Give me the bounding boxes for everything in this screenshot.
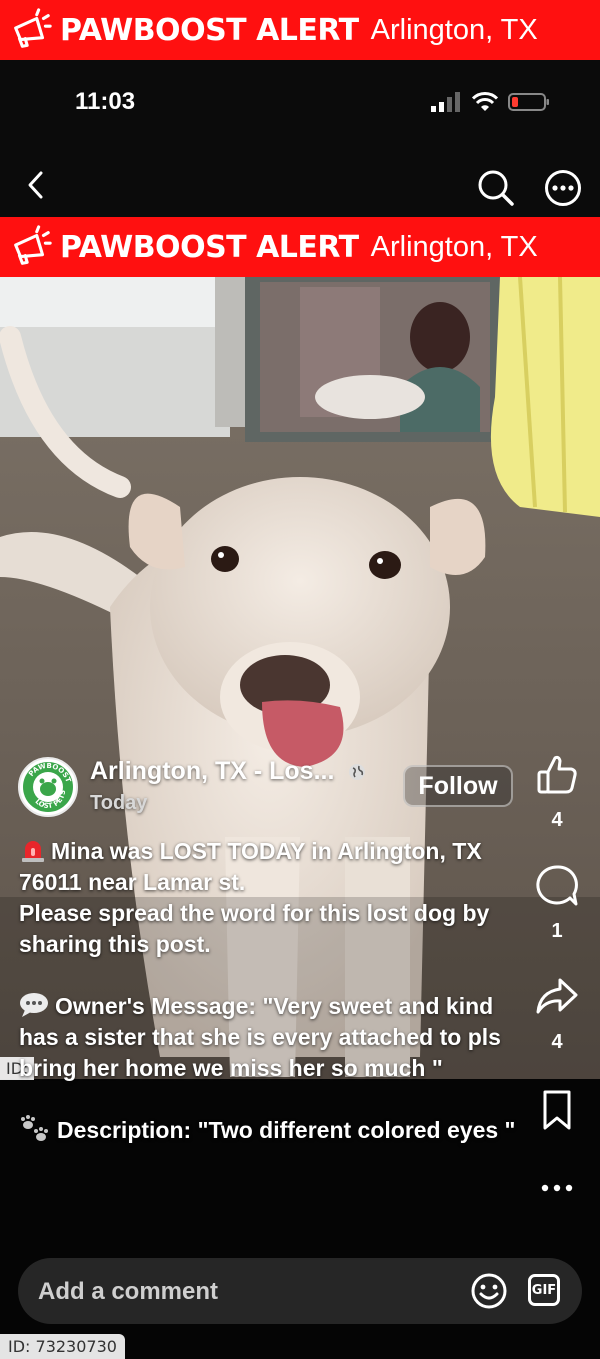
megaphone-icon [14, 8, 52, 48]
save-action[interactable] [530, 1088, 584, 1137]
status-bar: 11:03 [0, 60, 600, 150]
comment-input[interactable]: Add a comment GIF [18, 1258, 582, 1324]
comment-action[interactable]: 1 [530, 863, 584, 943]
thumbs-up-icon[interactable] [534, 752, 580, 798]
gif-label: GIF [531, 1282, 557, 1298]
paw-prints-icon [21, 1115, 48, 1141]
alert-city: Arlington, TX [370, 13, 538, 46]
status-time: 11:03 [75, 88, 136, 115]
speech-bubble-icon [20, 993, 48, 1017]
alert-banner-inner: PAWBOOST ALERT Arlington, TX [0, 217, 600, 277]
id-tag-bottom: ID: 73230730 [0, 1334, 125, 1359]
caption-lost-line: Mina was LOST TODAY in Arlington, TX 760… [19, 838, 482, 895]
battery-icon [508, 93, 549, 111]
gif-button[interactable]: GIF [528, 1274, 560, 1306]
caption-description: Description: "Two different colored eyes… [57, 1117, 516, 1143]
pawboost-logo-icon: PAWBOOST LOST PETS [23, 762, 73, 812]
horizontal-dots-icon[interactable] [537, 1178, 577, 1198]
follow-button[interactable]: Follow [403, 765, 513, 807]
share-count: 4 [551, 1031, 563, 1053]
more-options[interactable] [530, 1178, 584, 1203]
chevron-left-icon[interactable] [24, 170, 48, 200]
wifi-icon [472, 92, 498, 111]
like-count: 4 [551, 809, 563, 831]
post-date: Today [90, 792, 148, 814]
caption-owner-message: Owner's Message: "Very sweet and kind ha… [19, 993, 501, 1081]
emoji-icon[interactable] [470, 1272, 508, 1310]
globe-icon [349, 763, 366, 780]
bookmark-icon[interactable] [537, 1088, 577, 1132]
more-icon[interactable] [543, 168, 583, 208]
post-caption: Mina was LOST TODAY in Arlington, TX 760… [19, 836, 529, 1146]
comment-count: 1 [551, 920, 563, 942]
signal-icon [431, 92, 460, 112]
avatar[interactable]: PAWBOOST LOST PETS [18, 757, 78, 817]
alert-brand: PAWBOOST ALERT [60, 229, 359, 265]
alert-city: Arlington, TX [370, 230, 538, 263]
nav-bar [0, 150, 600, 217]
post-author[interactable]: PAWBOOST LOST PETS Arlington, TX - Los..… [18, 757, 366, 817]
account-name[interactable]: Arlington, TX - Los... [90, 757, 334, 786]
caption-share-line: Please spread the word for this lost dog… [19, 900, 490, 957]
like-action[interactable]: 4 [530, 752, 584, 832]
siren-icon [22, 841, 44, 862]
alert-brand: PAWBOOST ALERT [60, 12, 359, 48]
search-icon[interactable] [476, 168, 516, 208]
share-arrow-icon[interactable] [534, 974, 580, 1020]
comment-bubble-icon[interactable] [534, 863, 580, 909]
comment-placeholder[interactable]: Add a comment [38, 1278, 218, 1306]
megaphone-icon [14, 225, 52, 265]
alert-banner-top: PAWBOOST ALERT Arlington, TX [0, 0, 600, 60]
share-action[interactable]: 4 [530, 974, 584, 1054]
